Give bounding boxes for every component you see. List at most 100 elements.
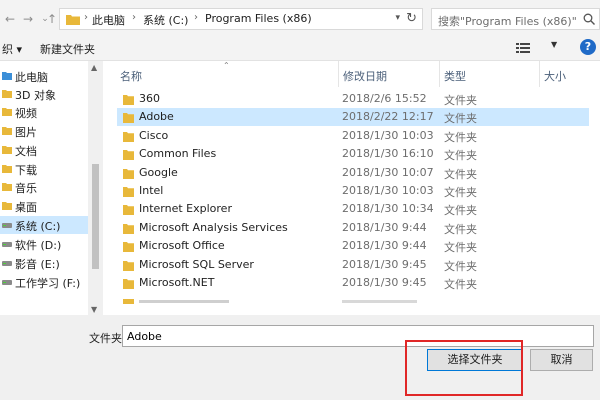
column-header-date[interactable]: 修改日期 bbox=[339, 61, 440, 87]
nav-item-label: 此电脑 bbox=[15, 71, 48, 84]
nav-item[interactable]: 桌面 bbox=[0, 197, 88, 215]
nav-item[interactable]: 系统 (C:) bbox=[0, 216, 88, 234]
address-bar[interactable]: › 此电脑 › 系统 (C:) › Program Files (x86) ▾ … bbox=[59, 8, 423, 30]
table-row[interactable]: Intel 2018/1/30 10:03 文件夹 bbox=[117, 182, 589, 200]
folder-icon bbox=[123, 242, 134, 253]
navigation-scrollbar[interactable]: ▲ ▼ bbox=[88, 61, 103, 316]
folder-icon bbox=[123, 205, 134, 216]
file-type: 文件夹 bbox=[444, 222, 477, 236]
nav-item[interactable]: 图片 bbox=[0, 122, 88, 140]
nav-item-label: 下载 bbox=[15, 164, 37, 177]
nav-item[interactable]: 视频 bbox=[0, 103, 88, 121]
address-dropdown-icon[interactable]: ▾ bbox=[395, 13, 400, 23]
search-box[interactable]: 搜索"Program Files (x86)" bbox=[431, 8, 600, 30]
file-name: Intel bbox=[139, 184, 164, 197]
column-header-size-label: 大小 bbox=[544, 70, 566, 83]
downloads-folder-icon bbox=[2, 165, 12, 173]
column-header-size[interactable]: 大小 bbox=[540, 61, 589, 87]
file-modified-date: 2018/1/30 9:44 bbox=[342, 239, 427, 253]
file-type: 文件夹 bbox=[444, 94, 477, 107]
nav-item-label: 软件 (D:) bbox=[15, 239, 62, 252]
nav-item[interactable]: 下载 bbox=[0, 160, 88, 178]
search-icon[interactable] bbox=[583, 13, 595, 25]
nav-item[interactable]: 软件 (D:) bbox=[0, 235, 88, 253]
back-arrow-icon[interactable]: ← bbox=[3, 11, 17, 27]
nav-item-label: 影音 (E:) bbox=[15, 258, 60, 271]
table-row[interactable]: Cisco 2018/1/30 10:03 文件夹 bbox=[117, 127, 589, 145]
view-dropdown-icon[interactable]: ▼ bbox=[551, 40, 557, 49]
navigation-scrollbar-thumb[interactable] bbox=[92, 164, 99, 269]
organize-menu-button[interactable]: 织 ▾ bbox=[2, 41, 22, 57]
forward-arrow-icon[interactable]: → bbox=[21, 11, 35, 27]
nav-item[interactable]: 音乐 bbox=[0, 178, 88, 196]
search-input[interactable]: 搜索"Program Files (x86)" bbox=[438, 13, 577, 29]
column-header-name-label: 名称 bbox=[120, 70, 142, 83]
file-modified-date: 2018/1/30 16:10 bbox=[342, 147, 434, 161]
nav-item-label: 音乐 bbox=[15, 182, 37, 195]
scroll-down-arrow-icon[interactable]: ▼ bbox=[91, 305, 97, 314]
folder-icon bbox=[123, 131, 134, 142]
folder-icon bbox=[123, 223, 134, 234]
file-name: Cisco bbox=[139, 128, 169, 142]
nav-item-label: 视频 bbox=[15, 107, 37, 120]
nav-item-label: 系统 (C:) bbox=[15, 220, 61, 233]
breadcrumb-this-pc[interactable]: 此电脑 bbox=[92, 12, 125, 28]
file-modified-date: 2018/1/30 9:45 bbox=[342, 257, 427, 271]
file-type: 文件夹 bbox=[444, 130, 477, 144]
table-row[interactable]: Google 2018/1/30 10:07 文件夹 bbox=[117, 164, 589, 182]
video-folder-icon bbox=[2, 108, 12, 116]
breadcrumb-separator-icon: › bbox=[132, 12, 136, 23]
refresh-icon[interactable]: ↻ bbox=[406, 11, 417, 26]
breadcrumb-separator-icon: › bbox=[84, 12, 88, 23]
file-type: 文件夹 bbox=[444, 112, 477, 126]
nav-item[interactable]: 文档 bbox=[0, 141, 88, 159]
nav-item[interactable]: 3D 对象 bbox=[0, 85, 88, 103]
file-type: 文件夹 bbox=[444, 241, 477, 255]
view-options-icon[interactable] bbox=[516, 42, 530, 54]
new-folder-button[interactable]: 新建文件夹 bbox=[40, 41, 95, 57]
table-row[interactable]: Microsoft Analysis Services 2018/1/30 9:4… bbox=[117, 219, 589, 237]
file-modified-date: 2018/1/30 10:07 bbox=[342, 165, 434, 179]
table-row[interactable]: Common Files 2018/1/30 16:10 文件夹 bbox=[117, 145, 589, 163]
file-name: Common Files bbox=[139, 147, 217, 161]
partially-visible-row[interactable] bbox=[123, 294, 583, 304]
table-row[interactable]: Internet Explorer 2018/1/30 10:34 文件夹 bbox=[117, 200, 589, 218]
nav-item[interactable]: 工作学习 (F:) bbox=[0, 273, 88, 291]
command-bar: 织 ▾ 新建文件夹 ▼ ? bbox=[0, 38, 600, 60]
nav-item-label: 文档 bbox=[15, 145, 37, 158]
table-row[interactable]: Microsoft SQL Server 2018/1/30 9:45 文件夹 bbox=[117, 256, 589, 274]
file-type: 文件夹 bbox=[444, 204, 477, 218]
computer-icon bbox=[2, 72, 12, 80]
table-row[interactable]: 360 2018/2/6 15:52 文件夹 bbox=[117, 90, 589, 108]
table-row[interactable]: Microsoft.NET 2018/1/30 9:45 文件夹 bbox=[117, 274, 589, 292]
nav-item[interactable]: 此电脑 bbox=[0, 67, 88, 85]
folder-icon bbox=[123, 113, 134, 124]
file-name: Microsoft Analysis Services bbox=[139, 220, 288, 234]
drive-icon bbox=[2, 223, 12, 228]
navigation-pane: 此电脑 3D 对象视频图片文档下载音乐桌面系统 (C:) 软件 (D:) 影音 (E:… bbox=[0, 61, 103, 316]
drive-icon bbox=[2, 261, 12, 266]
file-modified-date: 2018/2/6 15:52 bbox=[342, 92, 427, 105]
file-list-scrollbar[interactable] bbox=[589, 61, 600, 316]
file-name: Google bbox=[139, 165, 178, 179]
nav-item-label: 桌面 bbox=[15, 201, 37, 214]
folder-name-input[interactable] bbox=[122, 325, 594, 347]
folder-icon bbox=[66, 15, 80, 25]
file-name: Microsoft Office bbox=[139, 239, 225, 253]
column-header-type[interactable]: 类型 bbox=[440, 61, 540, 87]
help-icon[interactable]: ? bbox=[580, 39, 596, 55]
nav-item[interactable]: 影音 (E:) bbox=[0, 254, 88, 272]
file-name: Microsoft.NET bbox=[139, 276, 215, 289]
column-header-name[interactable]: 名称 bbox=[103, 61, 339, 87]
folder-icon bbox=[123, 187, 134, 197]
scroll-up-arrow-icon[interactable]: ▲ bbox=[91, 63, 97, 72]
breadcrumb-program-files[interactable]: Program Files (x86) bbox=[205, 12, 312, 25]
file-name: Internet Explorer bbox=[139, 202, 232, 216]
table-row[interactable]: Adobe 2018/2/22 12:17 文件夹 bbox=[117, 108, 589, 127]
file-type: 文件夹 bbox=[444, 167, 477, 181]
nav-item-label: 3D 对象 bbox=[15, 89, 56, 102]
breadcrumb-system-drive[interactable]: 系统 (C:) bbox=[143, 12, 188, 28]
up-arrow-icon[interactable]: ↑ bbox=[45, 11, 59, 27]
cancel-button[interactable]: 取消 bbox=[530, 349, 593, 371]
table-row[interactable]: Microsoft Office 2018/1/30 9:44 文件夹 bbox=[117, 237, 589, 255]
